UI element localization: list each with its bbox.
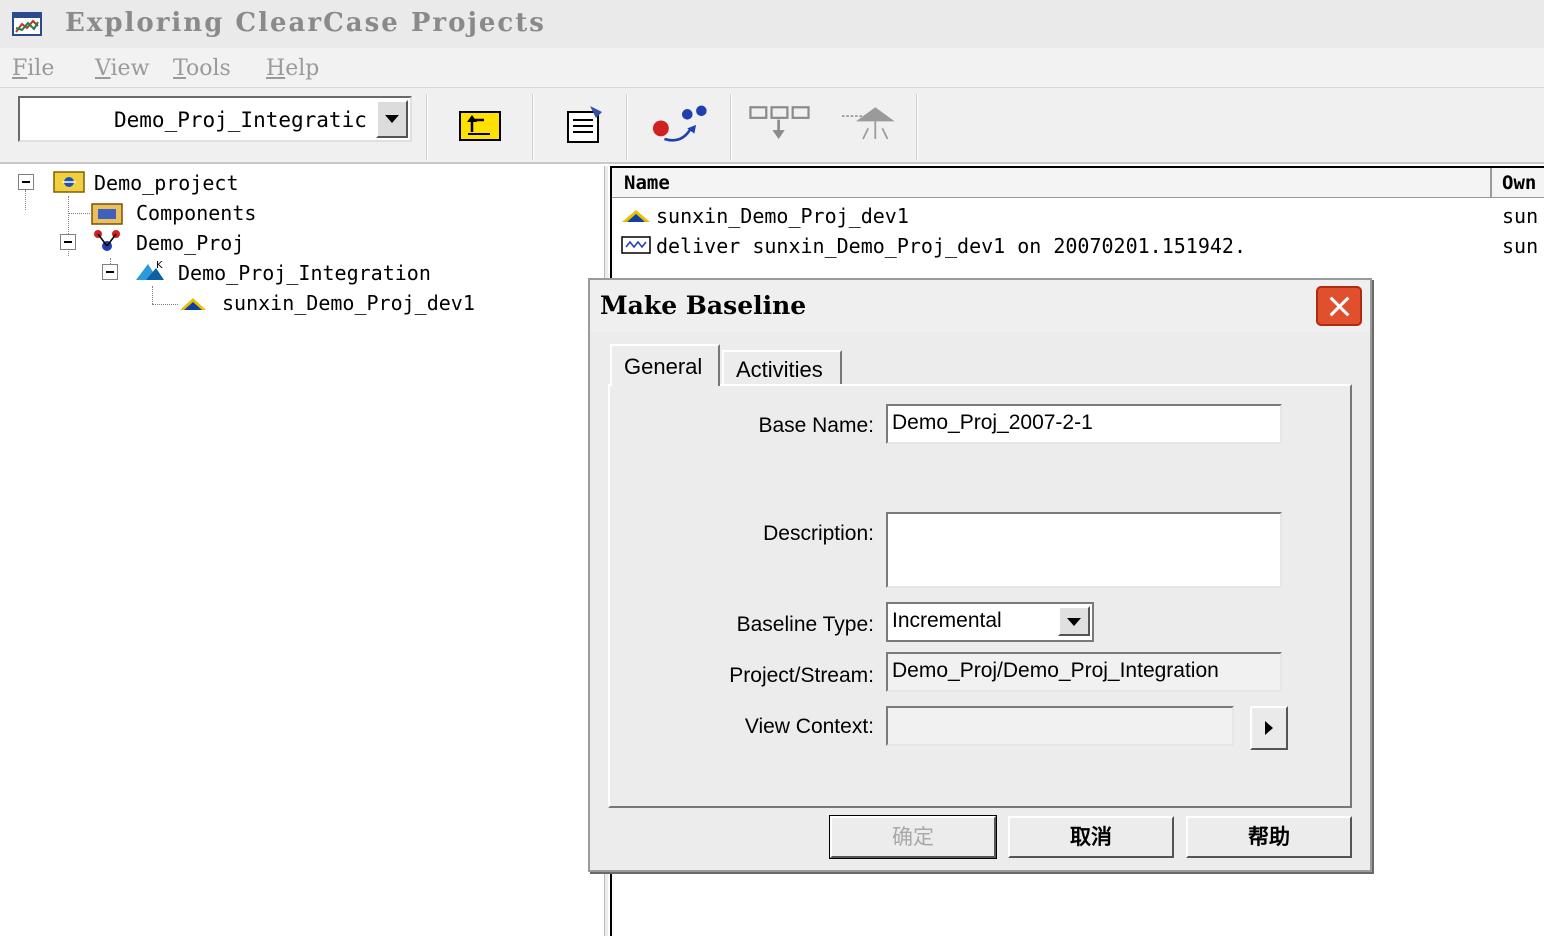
- description-field[interactable]: [886, 512, 1282, 588]
- baseline-type-select[interactable]: Incremental: [886, 602, 1094, 642]
- close-icon[interactable]: [1316, 286, 1362, 326]
- project-icon: [94, 230, 120, 251]
- view-context-browse-button[interactable]: [1250, 706, 1288, 750]
- window-titlebar: Exploring ClearCase Projects: [0, 0, 1544, 48]
- tree-item-components[interactable]: Components: [90, 198, 330, 226]
- list-item[interactable]: sunxin_Demo_Proj_dev1 sun: [612, 200, 1544, 230]
- list-item-name: sunxin_Demo_Proj_dev1: [656, 204, 909, 228]
- tree-item-dev-stream[interactable]: sunxin_Demo_Proj_dev1: [176, 288, 536, 316]
- collapse-icon[interactable]: [102, 264, 118, 280]
- toolbar-separator: [916, 94, 918, 160]
- deliver-stream-icon[interactable]: [642, 102, 722, 146]
- tree-item-integration-stream[interactable]: K Demo_Proj_Integration: [102, 258, 482, 286]
- ok-button[interactable]: 确定: [829, 815, 997, 859]
- collapse-icon[interactable]: [18, 174, 34, 190]
- make-baseline-dialog: Make Baseline General Activities Base Na…: [588, 278, 1372, 872]
- dev-stream-icon: [622, 210, 650, 222]
- tree-connector: [152, 304, 178, 305]
- tree-item-label: Components: [136, 201, 257, 225]
- svg-text:K: K: [156, 260, 163, 271]
- dialog-title: Make Baseline: [600, 291, 807, 320]
- tree-item-label: sunxin_Demo_Proj_dev1: [222, 291, 475, 315]
- list-item-name: deliver sunxin_Demo_Proj_dev1 on 2007020…: [656, 234, 1247, 258]
- make-baseline-icon[interactable]: [744, 102, 822, 146]
- list-item-owner: sun: [1502, 234, 1539, 258]
- toolbar-separator: [426, 94, 428, 160]
- up-folder-icon[interactable]: [454, 102, 504, 146]
- column-header-name[interactable]: Name: [624, 172, 670, 194]
- tree-item-demo-proj[interactable]: Demo_Proj: [60, 228, 320, 256]
- menu-file[interactable]: File: [12, 56, 54, 81]
- list-item-owner: sun: [1502, 204, 1539, 228]
- tab-activities[interactable]: Activities: [722, 350, 842, 386]
- menu-tools[interactable]: Tools: [173, 56, 231, 81]
- recommend-baseline-icon[interactable]: [834, 102, 906, 146]
- tree-connector: [152, 286, 153, 304]
- tree-item-demo-project[interactable]: Demo_project: [18, 168, 318, 196]
- project-stream-label: Project/Stream:: [729, 664, 874, 687]
- properties-icon[interactable]: [560, 102, 610, 146]
- tree-connector: [68, 213, 90, 214]
- project-stream-field: Demo_Proj/Demo_Proj_Integration: [886, 652, 1282, 692]
- toolbar-separator: [532, 94, 534, 160]
- column-header-owner[interactable]: Own: [1502, 172, 1536, 194]
- toolbar-separator: [626, 94, 628, 160]
- chevron-down-icon[interactable]: [376, 100, 408, 138]
- project-combo[interactable]: Demo_Proj_Integratic: [18, 96, 412, 142]
- view-context-field[interactable]: [886, 706, 1234, 746]
- menubar: File View Tools Help: [0, 48, 1544, 88]
- menu-view[interactable]: View: [95, 56, 149, 81]
- view-context-label: View Context:: [744, 715, 874, 738]
- project-tree: Demo_project Components Demo_Proj K Demo…: [0, 166, 600, 936]
- list-header: Name Own: [612, 168, 1544, 198]
- window-title: Exploring ClearCase Projects: [65, 8, 546, 38]
- toolbar: Demo_Proj_Integratic: [0, 88, 1544, 164]
- components-folder-icon: [91, 203, 123, 225]
- chart-window-icon: [12, 12, 42, 36]
- collapse-icon[interactable]: [60, 234, 76, 250]
- cancel-button[interactable]: 取消: [1008, 816, 1174, 858]
- project-combo-value: Demo_Proj_Integratic: [114, 108, 367, 132]
- tab-general[interactable]: General: [610, 344, 720, 386]
- menu-help[interactable]: Help: [266, 56, 319, 81]
- description-label: Description:: [763, 522, 874, 545]
- chevron-down-icon[interactable]: [1058, 606, 1090, 636]
- baseline-type-label: Baseline Type:: [736, 613, 874, 636]
- tree-item-label: Demo_Proj_Integration: [178, 261, 431, 285]
- toolbar-separator: [730, 94, 732, 160]
- list-item[interactable]: deliver sunxin_Demo_Proj_dev1 on 2007020…: [612, 230, 1544, 260]
- project-folder-icon: [53, 171, 85, 193]
- base-name-field[interactable]: Demo_Proj_2007-2-1: [886, 404, 1282, 444]
- dialog-titlebar[interactable]: Make Baseline: [590, 280, 1370, 332]
- help-button[interactable]: 帮助: [1186, 816, 1352, 858]
- base-name-label: Base Name:: [758, 414, 874, 437]
- tree-item-label: Demo_Proj: [136, 231, 245, 255]
- activity-icon: [621, 236, 651, 254]
- integration-stream-icon: K: [136, 260, 164, 280]
- column-resize-handle[interactable]: [1490, 168, 1492, 198]
- dev-stream-icon: [180, 298, 206, 310]
- tree-item-label: Demo_project: [94, 171, 239, 195]
